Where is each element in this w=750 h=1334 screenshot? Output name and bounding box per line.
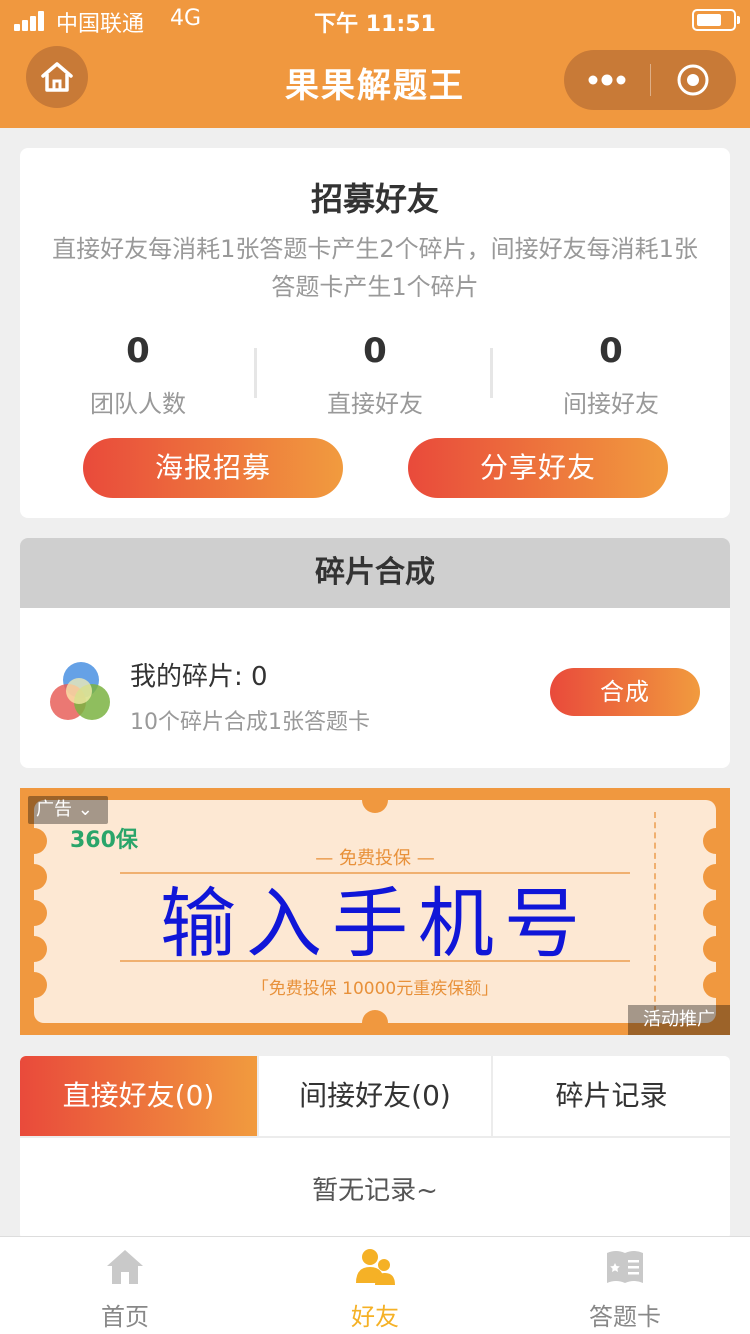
compose-button[interactable]: 合成: [550, 668, 700, 716]
tab-direct-friends[interactable]: 直接好友(0): [20, 1056, 257, 1136]
status-bar: 中国联通 4G 下午 11:51: [0, 0, 750, 40]
ad-ticket: 360保 — 免费投保 — 输入手机号 「免费投保 10000元重疾保额」: [21, 788, 729, 1035]
ad-headline: 输入手机号: [160, 879, 590, 968]
nav-label: 答题卡: [589, 1303, 661, 1331]
share-friends-button[interactable]: 分享好友: [408, 438, 668, 498]
team-stats: 0 团队人数 0 直接好友 0 间接好友: [20, 330, 730, 420]
ad-promo-label: 活动推广: [628, 1005, 730, 1035]
stat-value: 0: [363, 331, 387, 371]
ticket-notch: [362, 1010, 388, 1035]
stat-label: 间接好友: [563, 390, 659, 418]
poster-recruit-button[interactable]: 海报招募: [83, 438, 343, 498]
synthesis-title: 碎片合成: [20, 538, 730, 608]
stat-value: 0: [599, 331, 623, 371]
top-bar: 中国联通 4G 下午 11:51 果果解题王: [0, 0, 750, 128]
status-time: 下午 11:51: [314, 12, 436, 37]
tab-fragment-records[interactable]: 碎片记录: [493, 1056, 730, 1136]
fragment-synthesis-card: 碎片合成 我的碎片: 0 10个碎片合成1张答题卡 合成: [20, 538, 730, 768]
house-icon: [107, 1250, 143, 1284]
stat-label: 团队人数: [90, 390, 186, 418]
card-book-icon: [607, 1251, 643, 1283]
recruit-description: 直接好友每消耗1张答题卡产生2个碎片，间接好友每消耗1张答题卡产生1个碎片: [52, 235, 698, 301]
ad-banner[interactable]: 广告 ⌄ 360保 — 免费投保 — 输入手机号 「免费投保 10000元重疾保…: [20, 788, 730, 1035]
friends-icon: [356, 1249, 395, 1285]
empty-state-text: 暂无记录~: [312, 1176, 438, 1206]
tabs-underline: [20, 1136, 730, 1138]
recruit-title: 招募好友: [310, 180, 439, 218]
target-icon: [677, 64, 709, 96]
ticket-notch: [362, 788, 388, 813]
recruit-card: 招募好友 直接好友每消耗1张答题卡产生2个碎片，间接好友每消耗1张答题卡产生1个…: [20, 148, 730, 518]
brand-360-logo: 360保: [70, 828, 138, 853]
more-dots-icon: [588, 74, 626, 86]
nav-label: 首页: [101, 1303, 149, 1331]
ad-footnote: 「免费投保 10000元重疾保额」: [251, 979, 499, 999]
mini-program-capsule: [564, 50, 736, 110]
ad-tag[interactable]: 广告 ⌄: [28, 796, 108, 824]
stat-direct-friends: 0 直接好友: [257, 330, 493, 419]
tab-indirect-friends[interactable]: 间接好友(0): [259, 1056, 491, 1136]
fragments-icon: [50, 662, 112, 724]
stat-team-size: 0 团队人数: [20, 330, 256, 419]
stat-label: 直接好友: [327, 390, 423, 418]
ad-tag-label: 广告: [36, 799, 72, 820]
stat-indirect-friends: 0 间接好友: [493, 330, 729, 419]
ad-rule: [120, 960, 630, 962]
bottom-tab-bar: 首页 好友 答题卡: [0, 1236, 750, 1334]
records-card: 直接好友(0) 间接好友(0) 碎片记录 暂无记录~: [20, 1056, 730, 1240]
stat-value: 0: [126, 331, 150, 371]
nav-item-answer-card[interactable]: 答题卡: [500, 1237, 750, 1334]
nav-item-home[interactable]: 首页: [0, 1237, 250, 1334]
ad-rule: [120, 872, 630, 874]
nav-item-friends[interactable]: 好友: [250, 1237, 500, 1334]
my-fragments-count: 我的碎片: 0: [130, 662, 268, 692]
battery-icon: [692, 9, 740, 31]
synthesis-hint: 10个碎片合成1张答题卡: [130, 710, 370, 735]
nav-label: 好友: [351, 1303, 399, 1331]
close-miniprogram-button[interactable]: [650, 50, 736, 110]
more-button[interactable]: [564, 50, 650, 110]
